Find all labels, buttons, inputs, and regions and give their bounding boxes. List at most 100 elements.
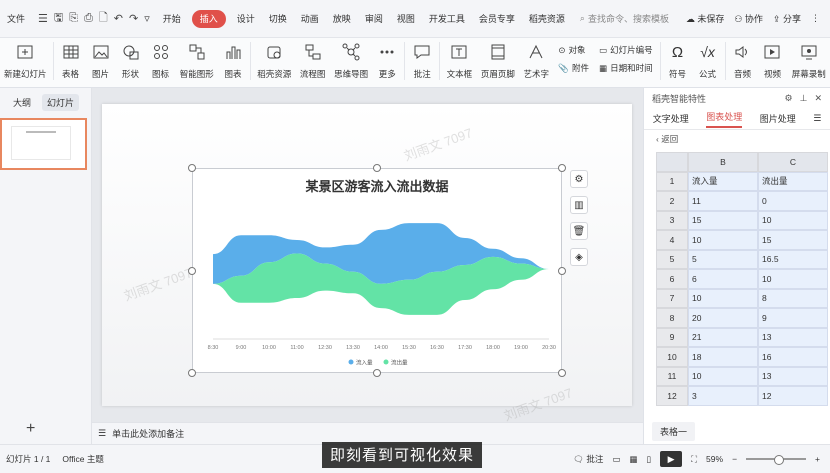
cell-c[interactable]: 8 [758,288,828,308]
tab-developer[interactable]: 开发工具 [422,0,472,38]
smart-graphic-button[interactable]: 智能图形 [176,42,218,80]
command-search[interactable]: ⌕ 查找命令、搜索模板 [572,12,677,25]
slide-thumbnail[interactable] [0,118,87,170]
comment-toggle[interactable]: 🗨 批注 [573,453,603,465]
sheet-tab[interactable]: 表格一 [652,422,696,441]
column-header-c[interactable]: C [758,152,828,172]
tab-docer[interactable]: 稻壳资源 [522,0,572,38]
tab-animation[interactable]: 动画 [294,0,326,38]
wordart-button[interactable]: 艺术字 [519,42,553,80]
cell-b[interactable]: 18 [688,347,758,367]
shape-button[interactable]: 形状 [116,42,146,80]
flowchart-button[interactable]: 流程图 [295,42,329,80]
share-button[interactable]: ⇪ 分享 [773,12,801,25]
tab-outline[interactable]: 大纲 [8,94,36,111]
column-header-b[interactable]: B [688,152,758,172]
export-icon[interactable]: ⎘ [69,12,78,25]
row-number-cell[interactable]: 12 [656,386,688,406]
play-slideshow-button[interactable]: ▶ [660,451,683,467]
cell-b[interactable]: 11 [688,191,758,211]
slide[interactable]: 刘雨文 7097 刘雨文 7097 刘雨文 7097 某景区游客流入流出数据 8… [102,104,632,424]
header-footer-button[interactable]: 页眉页脚 [477,42,519,80]
resize-handle-bl[interactable] [188,369,196,377]
unsaved-status[interactable]: ☁ 未保存 [686,12,725,25]
row-number-cell[interactable]: 8 [656,308,688,328]
resize-handle-tr[interactable] [558,164,566,172]
notes-bar[interactable]: ☰ 单击此处添加备注 [92,422,643,444]
cell-b[interactable]: 21 [688,327,758,347]
reading-view-icon[interactable]: ▯ [646,454,651,465]
attachment-button[interactable]: 📎 附件 [558,62,589,74]
cell-c[interactable]: 9 [758,308,828,328]
zoom-in-icon[interactable]: + [815,454,820,464]
row-number-cell[interactable]: 11 [656,366,688,386]
resize-handle-t[interactable] [373,164,381,172]
cell-c[interactable]: 13 [758,327,828,347]
tab-text-processing[interactable]: 文字处理 [653,112,689,125]
icon-button[interactable]: 图标 [146,42,176,80]
slide-sorter-icon[interactable]: ▦ [629,454,637,465]
fit-screen-icon[interactable]: ⛶ [691,454,697,465]
add-slide-icon[interactable]: + [26,420,35,438]
panel-menu-icon[interactable]: ☰ [813,113,821,124]
slide-number-button[interactable]: ▭ 幻灯片编号 [599,44,653,56]
table-button[interactable]: 表格 [56,42,86,80]
row-number-cell[interactable]: 5 [656,249,688,269]
file-menu[interactable]: 文件 [0,0,32,38]
mindmap-button[interactable]: 思维导图 [330,42,372,80]
resize-handle-l[interactable] [188,267,196,275]
cell-c[interactable]: 0 [758,191,828,211]
datetime-button[interactable]: ▦ 日期和时间 [599,62,653,74]
cell-b[interactable]: 10 [688,288,758,308]
save-icon[interactable]: 🖫 [54,9,63,28]
row-number-cell[interactable]: 2 [656,191,688,211]
row-number-cell[interactable]: 9 [656,327,688,347]
textbox-button[interactable]: 文本框 [442,42,476,80]
cell-c[interactable]: 13 [758,366,828,386]
tab-slides[interactable]: 幻灯片 [42,94,80,111]
corner-cell[interactable] [656,152,688,172]
docer-material-button[interactable]: 稻壳资源 [253,42,295,80]
customize-icon[interactable]: ▿ [144,12,150,25]
chart-button[interactable]: 图表 [218,42,248,80]
row-number-cell[interactable]: 7 [656,288,688,308]
tab-home[interactable]: 开始 [156,0,188,38]
screen-record-button[interactable]: 屏幕录制 [787,42,829,80]
video-button[interactable]: 视频 [757,42,787,80]
symbol-button[interactable]: Ω 符号 [663,42,693,80]
row-number-cell[interactable]: 4 [656,230,688,250]
tab-chart-processing[interactable]: 图表处理 [706,110,743,128]
resize-handle-br[interactable] [558,369,566,377]
tab-slideshow[interactable]: 放映 [326,0,358,38]
row-number-cell[interactable]: 6 [656,269,688,289]
comment-button[interactable]: 批注 [407,42,437,80]
tab-transition[interactable]: 切换 [262,0,294,38]
picture-button[interactable]: 图片 [86,42,116,80]
cell-c[interactable]: 12 [758,386,828,406]
close-icon[interactable]: ✕ [814,93,822,104]
more-icon[interactable]: ⋮ [811,13,820,24]
delete-icon[interactable]: 🗑 [570,222,588,240]
back-link[interactable]: ‹ 返回 [644,130,830,148]
chart-object[interactable]: 某景区游客流入流出数据 8:30 9:00 10:00 11:00 12:30 13:30… [192,168,562,373]
object-button[interactable]: ⊙ 对象 [558,44,589,56]
chart-elements-icon[interactable]: ▥ [570,196,588,214]
cell-c[interactable]: 流出量 [758,171,828,191]
undo-icon[interactable]: ↶ [114,12,123,25]
row-number-cell[interactable]: 1 [656,171,688,191]
cell-c[interactable]: 10 [758,210,828,230]
cell-c[interactable]: 15 [758,230,828,250]
chart-settings-icon[interactable]: ⚙ [570,170,588,188]
pin-icon[interactable]: ⊥ [800,93,808,104]
cell-b[interactable]: 20 [688,308,758,328]
zoom-slider[interactable] [746,455,807,465]
cell-c[interactable]: 10 [758,269,828,289]
cell-c[interactable]: 16.5 [758,249,828,269]
cell-c[interactable]: 16 [758,347,828,367]
resize-handle-tl[interactable] [188,164,196,172]
redo-icon[interactable]: ↷ [129,12,138,25]
settings-icon[interactable]: ⚙ [785,93,793,104]
cell-b[interactable]: 5 [688,249,758,269]
new-slide-button[interactable]: 新建幻灯片 [0,42,51,80]
tab-insert[interactable]: 插入 [191,9,226,28]
